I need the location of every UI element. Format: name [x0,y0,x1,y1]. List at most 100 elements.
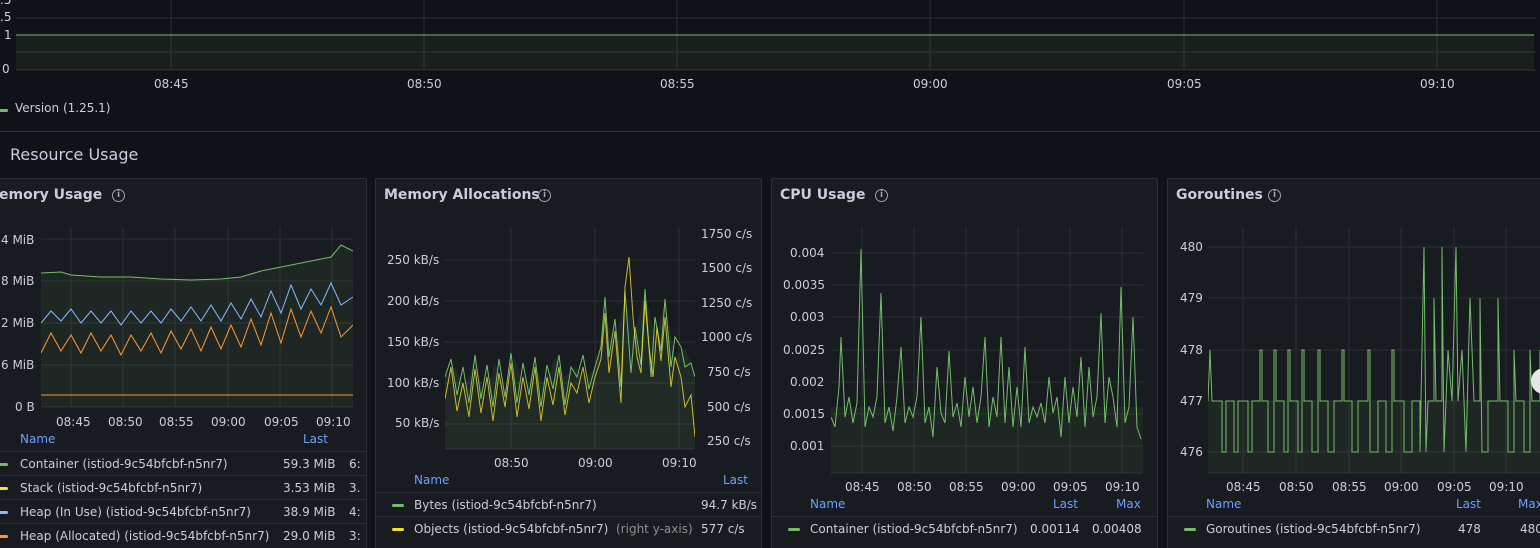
legend-swatch [392,528,404,531]
legend-header-last[interactable]: Last [1053,497,1078,511]
panel-title[interactable]: emory Usage [0,187,102,203]
x-tick: 09:00 [211,415,246,429]
info-icon[interactable]: i [112,189,125,202]
x-tick: 08:50 [1279,480,1314,494]
legend-header-last[interactable]: Last [1456,497,1481,511]
panel-title[interactable]: Memory Allocations [384,187,540,203]
x-tick: 09:10 [1420,77,1455,91]
panel-title[interactable]: Goroutines [1176,187,1263,203]
legend-last: 29.0 MiB [283,529,336,543]
y-tick: 476 [1180,445,1203,459]
y-tick-left: 100 kB/s [387,376,440,390]
y-tick: 0.0025 [783,343,825,357]
info-icon[interactable]: i [875,189,888,202]
y-tick-right: 1500 c/s [701,261,753,275]
legend-name: Heap (In Use) (istiod-9c54bfcbf-n5nr7) [20,505,251,519]
legend-row[interactable]: Bytes (istiod-9c54bfcbf-n5nr7) 94.7 kB/s [376,492,761,516]
legend-label: Version (1.25.1) [15,101,111,115]
x-tick: 08:50 [897,480,932,494]
y-tick: 0.002 [790,375,825,389]
legend-row[interactable]: Container (istiod-9c54bfcbf-n5nr7) 0.001… [772,516,1157,540]
y-tick: 0.0015 [783,407,825,421]
legend-name: Goroutines (istiod-9c54bfcbf-n5nr7) [1206,522,1421,536]
legend-header-name[interactable]: Name [1206,497,1241,511]
y-tick: 6 MiB [1,358,35,372]
y-tick-left: 250 kB/s [387,253,440,267]
legend-item-version[interactable]: Version (1.25.1) [0,101,120,117]
x-tick: 08:55 [660,77,695,91]
y-tick: 478 [1180,343,1203,357]
info-icon[interactable]: i [538,189,551,202]
y-tick: 479 [1180,291,1203,305]
y-tick: 0.0035 [783,278,825,292]
y-tick-left: 200 kB/s [387,294,440,308]
cpu-usage-panel: CPU Usage i 0.004 0.0035 0.003 0.0025 0.… [771,178,1158,548]
legend-name: Heap (Allocated) (istiod-9c54bfcbf-n5nr7… [20,529,270,543]
memory-allocations-panel: Memory Allocations i 250 kB/s 200 kB/s 1… [375,178,762,548]
y-tick: 1 [4,28,12,42]
legend-name: Container (istiod-9c54bfcbf-n5nr7) [810,522,1018,536]
y-tick: 0.003 [790,310,825,324]
legend-name: Stack (istiod-9c54bfcbf-n5nr7) [20,481,203,495]
legend-header-max[interactable]: Max [1116,497,1141,511]
legend-row[interactable]: Goroutines (istiod-9c54bfcbf-n5nr7) 478 … [1168,516,1540,540]
legend-extra: 6: [349,457,361,471]
legend-swatch [0,487,8,490]
legend-header-last[interactable]: Last [723,473,748,487]
memory-allocations-chart [445,227,695,450]
panel-title[interactable]: CPU Usage [780,187,865,203]
y-tick: 0.004 [790,246,825,260]
y-tick-right: 250 c/s [707,434,751,448]
legend-row[interactable]: Container (istiod-9c54bfcbf-n5nr7) 59.3 … [0,451,366,475]
y-tick: 0 [2,62,10,76]
x-tick: 08:45 [1226,480,1261,494]
legend-max: 480 [1520,522,1540,536]
legend-last: 38.9 MiB [283,505,336,519]
x-tick: 08:45 [56,415,91,429]
y-tick-right: 500 c/s [707,400,751,414]
x-tick: 09:05 [264,415,299,429]
y-tick: 477 [1180,394,1203,408]
x-tick: 08:50 [494,456,529,470]
version-panel: .5 1 .5 0 08:45 08:50 08:55 09:00 09:05 … [0,0,1540,130]
legend-swatch [0,535,8,538]
legend-last: 3.53 MiB [283,481,336,495]
legend-row[interactable]: Stack (istiod-9c54bfcbf-n5nr7) 3.53 MiB … [0,475,366,499]
legend-header-last[interactable]: Last [303,432,328,446]
legend-axis-note: (right y-axis) [616,522,693,536]
x-tick: 08:50 [407,77,442,91]
goroutines-chart [1208,227,1540,474]
version-chart [16,0,1536,71]
x-tick: 09:05 [1053,480,1088,494]
y-tick-left: 150 kB/s [387,335,440,349]
info-icon[interactable]: i [1268,189,1281,202]
legend-header-name[interactable]: Name [20,432,55,446]
legend-max: 0.00408 [1092,522,1142,536]
x-tick: 08:55 [949,480,984,494]
legend-swatch [0,463,8,466]
legend-swatch [392,504,404,507]
legend-row[interactable]: Heap (Allocated) (istiod-9c54bfcbf-n5nr7… [0,523,366,547]
legend-row[interactable]: Heap (In Use) (istiod-9c54bfcbf-n5nr7) 3… [0,499,366,523]
y-tick: 0.001 [790,439,825,453]
section-title-resource-usage[interactable]: Resource Usage [10,145,138,164]
legend-name: Container (istiod-9c54bfcbf-n5nr7) [20,457,228,471]
memory-usage-panel: emory Usage i 4 MiB 8 MiB 2 MiB 6 MiB 0 … [0,178,367,548]
goroutines-panel: Goroutines i 480 479 478 477 476 08:45 0… [1167,178,1540,548]
x-tick: 08:55 [1332,480,1367,494]
legend-last: 59.3 MiB [283,457,336,471]
legend-header-name[interactable]: Name [810,497,845,511]
x-tick: 09:10 [662,456,697,470]
legend-name: Bytes (istiod-9c54bfcbf-n5nr7) [414,498,597,512]
x-tick: 09:05 [1167,77,1202,91]
x-tick: 08:45 [845,480,880,494]
legend-row[interactable]: Objects (istiod-9c54bfcbf-n5nr7) (right … [376,516,761,540]
legend-header-name[interactable]: Name [414,473,449,487]
legend-swatch [0,109,8,112]
x-tick: 09:05 [1437,480,1472,494]
x-tick: 08:45 [154,77,189,91]
y-tick-right: 1000 c/s [701,330,753,344]
y-tick-right: 750 c/s [707,365,751,379]
legend-extra: 3: [349,529,361,543]
legend-header-max[interactable]: Max [1518,497,1540,511]
